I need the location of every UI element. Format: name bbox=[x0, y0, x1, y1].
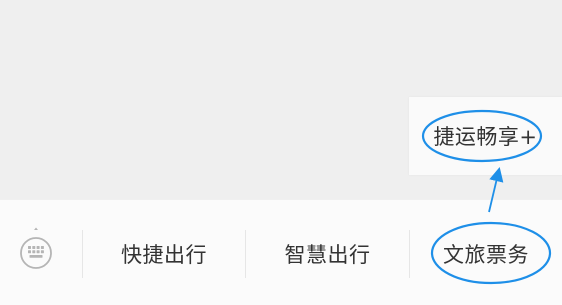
menu-button-kuaijie[interactable]: 快捷出行 bbox=[83, 230, 245, 278]
submenu-popup: 捷运畅享+ bbox=[409, 97, 562, 175]
submenu-item-jieyun[interactable]: 捷运畅享+ bbox=[409, 97, 562, 175]
keyboard-icon bbox=[20, 227, 52, 269]
keyboard-toggle-button[interactable] bbox=[16, 226, 56, 272]
menu-button-wenlv[interactable]: 文旅票务 bbox=[410, 230, 562, 278]
menu-button-zhihui[interactable]: 智慧出行 bbox=[246, 230, 409, 278]
bottom-menu-bar: 快捷出行 智慧出行 文旅票务 bbox=[0, 199, 562, 305]
